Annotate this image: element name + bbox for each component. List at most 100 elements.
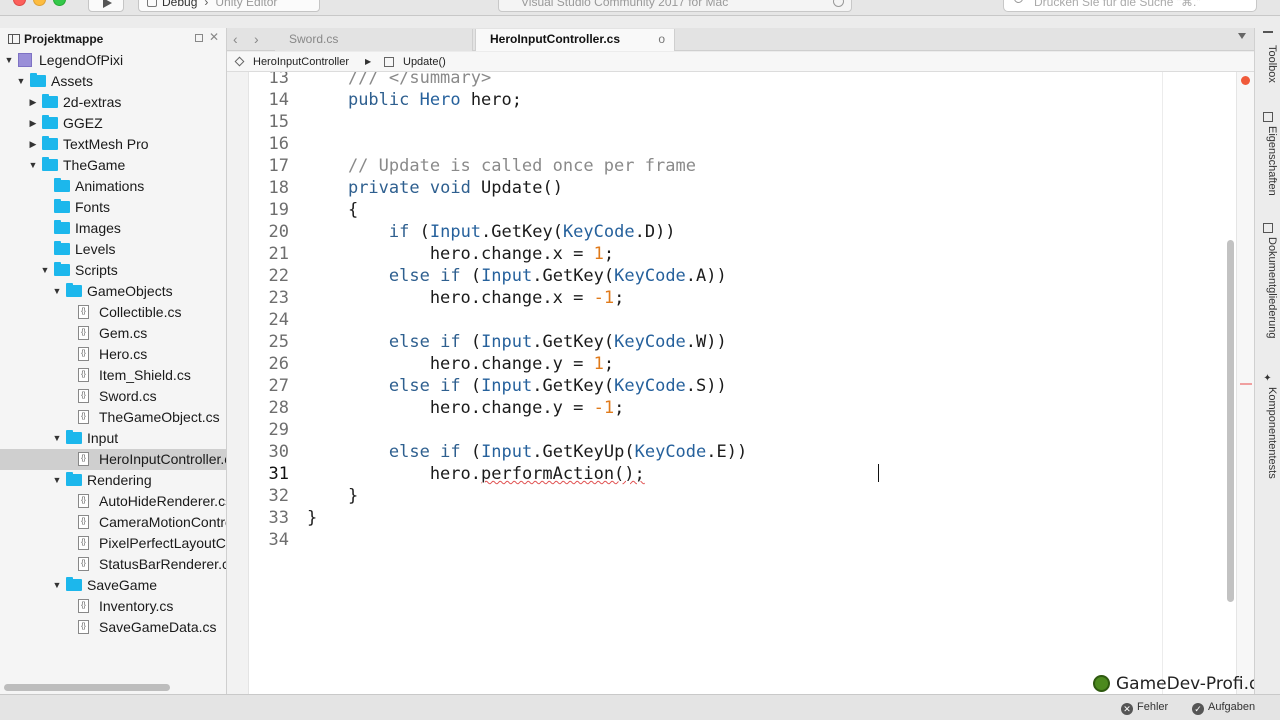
- errors-label: Fehler: [1137, 701, 1169, 713]
- config-icon: [147, 0, 157, 7]
- dock-properties[interactable]: Eigenschaften: [1258, 112, 1278, 196]
- tree-file-item[interactable]: {} PixelPerfectLayoutController.cs: [0, 533, 226, 554]
- tree-folder-item[interactable]: ▼ GameObjects: [0, 281, 226, 302]
- chevron-down-icon[interactable]: [1238, 33, 1246, 39]
- expand-arrow-down-icon[interactable]: ▼: [28, 155, 38, 176]
- tree-item-label: TextMesh Pro: [63, 136, 149, 152]
- breadcrumb-class[interactable]: HeroInputController: [253, 52, 349, 72]
- tree-folder-item[interactable]: ▶ GGEZ: [0, 113, 226, 134]
- tree-folder-item[interactable]: ▼ Input: [0, 428, 226, 449]
- expand-arrow-down-icon[interactable]: ▼: [16, 71, 26, 92]
- code-line[interactable]: /// </summary>: [307, 72, 491, 89]
- search-input[interactable]: Drücken Sie für die Suche "⌘.": [1003, 0, 1257, 12]
- tree-file-item[interactable]: {} Hero.cs: [0, 344, 226, 365]
- code-line[interactable]: hero.change.y = -1;: [307, 397, 625, 419]
- close-window-button[interactable]: [13, 0, 26, 6]
- tree-file-item[interactable]: {} Item_Shield.cs: [0, 365, 226, 386]
- tree-file-item[interactable]: {} HeroInputController.cs: [0, 449, 226, 470]
- tree-folder-item[interactable]: Images: [0, 218, 226, 239]
- expand-arrow-down-icon[interactable]: ▼: [40, 260, 50, 281]
- tree-folder-item[interactable]: Levels: [0, 239, 226, 260]
- expand-arrow-right-icon[interactable]: ▶: [28, 92, 38, 113]
- dock-unit-tests[interactable]: ✦ Komponententests: [1258, 373, 1278, 479]
- tree-file-item[interactable]: {} Inventory.cs: [0, 596, 226, 617]
- horizontal-scrollbar[interactable]: [4, 684, 170, 691]
- error-marker[interactable]: [1240, 383, 1252, 385]
- tasks-label: Aufgaben: [1208, 701, 1256, 713]
- tab-heroinputcontroller-cs[interactable]: HeroInputController.cs o: [475, 29, 675, 51]
- line-number: 22: [268, 266, 289, 286]
- code-line[interactable]: private void Update(): [307, 177, 563, 199]
- breadcrumb-method[interactable]: Update(): [403, 52, 446, 72]
- tree-folder-item[interactable]: ▼ Rendering: [0, 470, 226, 491]
- code-line[interactable]: hero.change.y = 1;: [307, 353, 614, 375]
- checkmark-icon: ✓: [1192, 703, 1204, 715]
- text-caret: [878, 464, 879, 482]
- dock-document-outline[interactable]: Dokumentgliederung: [1258, 223, 1278, 339]
- code-line[interactable]: else if (Input.GetKeyUp(KeyCode.E)): [307, 441, 747, 463]
- maximize-pad-icon[interactable]: [195, 34, 203, 42]
- tree-folder-item[interactable]: ▼ Scripts: [0, 260, 226, 281]
- info-icon[interactable]: [833, 0, 844, 7]
- tree-folder-item[interactable]: ▼ Assets: [0, 71, 226, 92]
- line-number: 31: [268, 464, 289, 484]
- code-line[interactable]: hero.change.x = -1;: [307, 287, 625, 309]
- tree-folder-item[interactable]: ▶ TextMesh Pro: [0, 134, 226, 155]
- vertical-scrollbar[interactable]: [1227, 240, 1234, 602]
- close-pad-icon[interactable]: ✕: [209, 31, 219, 43]
- code-editor[interactable]: 13 14 15 16 17 18 19 20 21 22 23 24 25 26 27 28 29 30 31 32…: [227, 72, 1254, 694]
- expand-arrow-down-icon[interactable]: ▼: [52, 575, 62, 596]
- tree-folder-item[interactable]: ▼ SaveGame: [0, 575, 226, 596]
- close-tab-icon[interactable]: o: [658, 29, 665, 50]
- tree-folder-item[interactable]: Fonts: [0, 197, 226, 218]
- tree-folder-item[interactable]: Animations: [0, 176, 226, 197]
- code-line[interactable]: else if (Input.GetKey(KeyCode.S)): [307, 375, 727, 397]
- expand-arrow-down-icon[interactable]: ▼: [52, 428, 62, 449]
- folder-icon: [54, 241, 70, 255]
- tree-file-item[interactable]: {} Collectible.cs: [0, 302, 226, 323]
- code-line[interactable]: }: [307, 485, 358, 507]
- tree-file-item[interactable]: {} Gem.cs: [0, 323, 226, 344]
- run-button[interactable]: [88, 0, 124, 12]
- chevron-left-icon[interactable]: ‹: [233, 31, 238, 47]
- tree-file-item[interactable]: {} CameraMotionController.cs: [0, 512, 226, 533]
- dock-toolbox[interactable]: Toolbox: [1258, 31, 1278, 83]
- expand-arrow-down-icon[interactable]: ▼: [52, 470, 62, 491]
- expand-arrow-down-icon[interactable]: ▼: [4, 50, 14, 71]
- expand-arrow-right-icon[interactable]: ▶: [28, 134, 38, 155]
- editor-gutter[interactable]: [227, 72, 249, 694]
- overview-ruler[interactable]: [1236, 72, 1254, 694]
- errors-button[interactable]: ✕ Fehler: [1121, 699, 1168, 715]
- line-number: 21: [268, 244, 289, 264]
- tree-file-item[interactable]: {} SaveGameData.cs: [0, 617, 226, 638]
- maximize-window-button[interactable]: [53, 0, 66, 6]
- code-line[interactable]: hero.change.x = 1;: [307, 243, 614, 265]
- code-line[interactable]: // Update is called once per frame: [307, 155, 696, 177]
- code-line[interactable]: public Hero hero;: [307, 89, 522, 111]
- csharp-file-icon: {}: [78, 347, 89, 361]
- code-line[interactable]: hero.performAction();: [307, 463, 645, 485]
- code-line[interactable]: if (Input.GetKey(KeyCode.D)): [307, 221, 676, 243]
- code-line[interactable]: {: [307, 199, 358, 221]
- tree-file-item[interactable]: {} StatusBarRenderer.cs: [0, 554, 226, 575]
- tree-folder-item[interactable]: ▼ TheGame: [0, 155, 226, 176]
- tree-file-item[interactable]: {} Sword.cs: [0, 386, 226, 407]
- code-line[interactable]: }: [307, 507, 317, 529]
- line-number: 29: [268, 420, 289, 440]
- tree-folder-item[interactable]: ▶ 2d-extras: [0, 92, 226, 113]
- tree-solution-item[interactable]: ▼ LegendOfPixi: [0, 50, 226, 71]
- code-line[interactable]: else if (Input.GetKey(KeyCode.A)): [307, 265, 727, 287]
- tree-file-item[interactable]: {} AutoHideRenderer.cs: [0, 491, 226, 512]
- tree-file-item[interactable]: {} TheGameObject.cs: [0, 407, 226, 428]
- chevron-right-icon[interactable]: ›: [254, 31, 259, 47]
- expand-arrow-down-icon[interactable]: ▼: [52, 281, 62, 302]
- code-line[interactable]: else if (Input.GetKey(KeyCode.W)): [307, 331, 727, 353]
- expand-arrow-right-icon[interactable]: ▶: [28, 113, 38, 134]
- tasks-button[interactable]: ✓ Aufgaben: [1192, 699, 1255, 715]
- line-number: 15: [268, 112, 289, 132]
- tab-sword-cs[interactable]: Sword.cs: [275, 29, 473, 51]
- configuration-selector[interactable]: Debug › Unity Editor: [138, 0, 320, 12]
- error-indicator-icon[interactable]: [1241, 76, 1250, 85]
- tree-item-label: Gem.cs: [99, 325, 148, 341]
- minimize-window-button[interactable]: [33, 0, 46, 6]
